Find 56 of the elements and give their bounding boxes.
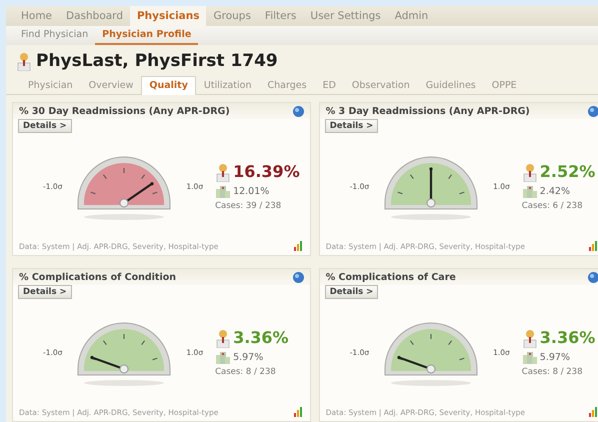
nav-tab[interactable]: Home	[14, 6, 60, 26]
help-icon[interactable]	[292, 272, 304, 284]
tab[interactable]: Utilization	[196, 76, 260, 96]
physician-icon	[522, 328, 538, 348]
tab[interactable]: Quality	[141, 76, 196, 96]
tab[interactable]: Guidelines	[418, 76, 484, 96]
nav-tab[interactable]: Filters	[258, 6, 304, 26]
nav-tab[interactable]: User Settings	[303, 6, 388, 26]
card-title: % Complications of Care	[326, 272, 456, 284]
tab[interactable]: Charges	[260, 76, 315, 96]
tab[interactable]: Physician	[20, 76, 81, 96]
bar-chart-icon[interactable]	[294, 241, 304, 252]
subnav-tab[interactable]: Find Physician	[14, 26, 96, 46]
subnav-tab[interactable]: Physician Profile	[95, 26, 198, 46]
help-icon[interactable]	[588, 106, 598, 118]
physician-icon	[215, 162, 232, 182]
cases-count: Cases: 6 / 238	[522, 200, 584, 211]
physician-value: 16.39%	[233, 162, 300, 182]
benchmark-value: 12.01%	[233, 186, 270, 197]
help-icon[interactable]	[292, 106, 304, 118]
tab[interactable]: OPPE	[484, 76, 525, 96]
card-title: % 3 Day Readmissions (Any APR-DRG)	[326, 106, 530, 118]
benchmark-value: 5.97%	[540, 352, 570, 363]
physician-value: 2.52%	[540, 162, 596, 182]
hospital-icon	[522, 350, 538, 364]
nav-tab[interactable]: Groups	[206, 6, 258, 26]
physician-icon	[215, 328, 232, 348]
cases-count: Cases: 8 / 238	[215, 366, 277, 377]
benchmark-value: 5.97%	[233, 352, 264, 363]
bar-chart-icon[interactable]	[589, 241, 598, 252]
nav-tab[interactable]: Admin	[388, 6, 436, 26]
tab[interactable]: ED	[314, 76, 344, 96]
bar-chart-icon[interactable]	[589, 407, 598, 418]
help-icon[interactable]	[588, 272, 598, 284]
hospital-icon	[215, 350, 232, 364]
physician-icon	[16, 51, 32, 72]
cases-count: Cases: 39 / 238	[215, 200, 282, 211]
details-button[interactable]: Details >	[18, 285, 72, 300]
physician-value: 3.36%	[540, 328, 596, 348]
benchmark-value: 2.42%	[540, 186, 570, 197]
card-title: % 30 Day Readmissions (Any APR-DRG)	[19, 106, 230, 118]
physician-value: 3.36%	[233, 328, 289, 348]
hospital-icon	[215, 184, 232, 198]
physician-icon	[522, 162, 538, 182]
card-title: % Complications of Condition	[19, 272, 176, 284]
details-button[interactable]: Details >	[18, 119, 72, 134]
tab[interactable]: Observation	[344, 76, 418, 96]
nav-tab[interactable]: Physicians	[130, 6, 206, 26]
hospital-icon	[522, 184, 538, 198]
bar-chart-icon[interactable]	[294, 407, 304, 418]
tab[interactable]: Overview	[80, 76, 142, 96]
details-button[interactable]: Details >	[324, 119, 378, 134]
cases-count: Cases: 8 / 238	[522, 366, 584, 377]
details-button[interactable]: Details >	[324, 285, 378, 300]
page-title: PhysLast, PhysFirst 1749	[36, 51, 278, 72]
nav-tab[interactable]: Dashboard	[59, 6, 130, 26]
